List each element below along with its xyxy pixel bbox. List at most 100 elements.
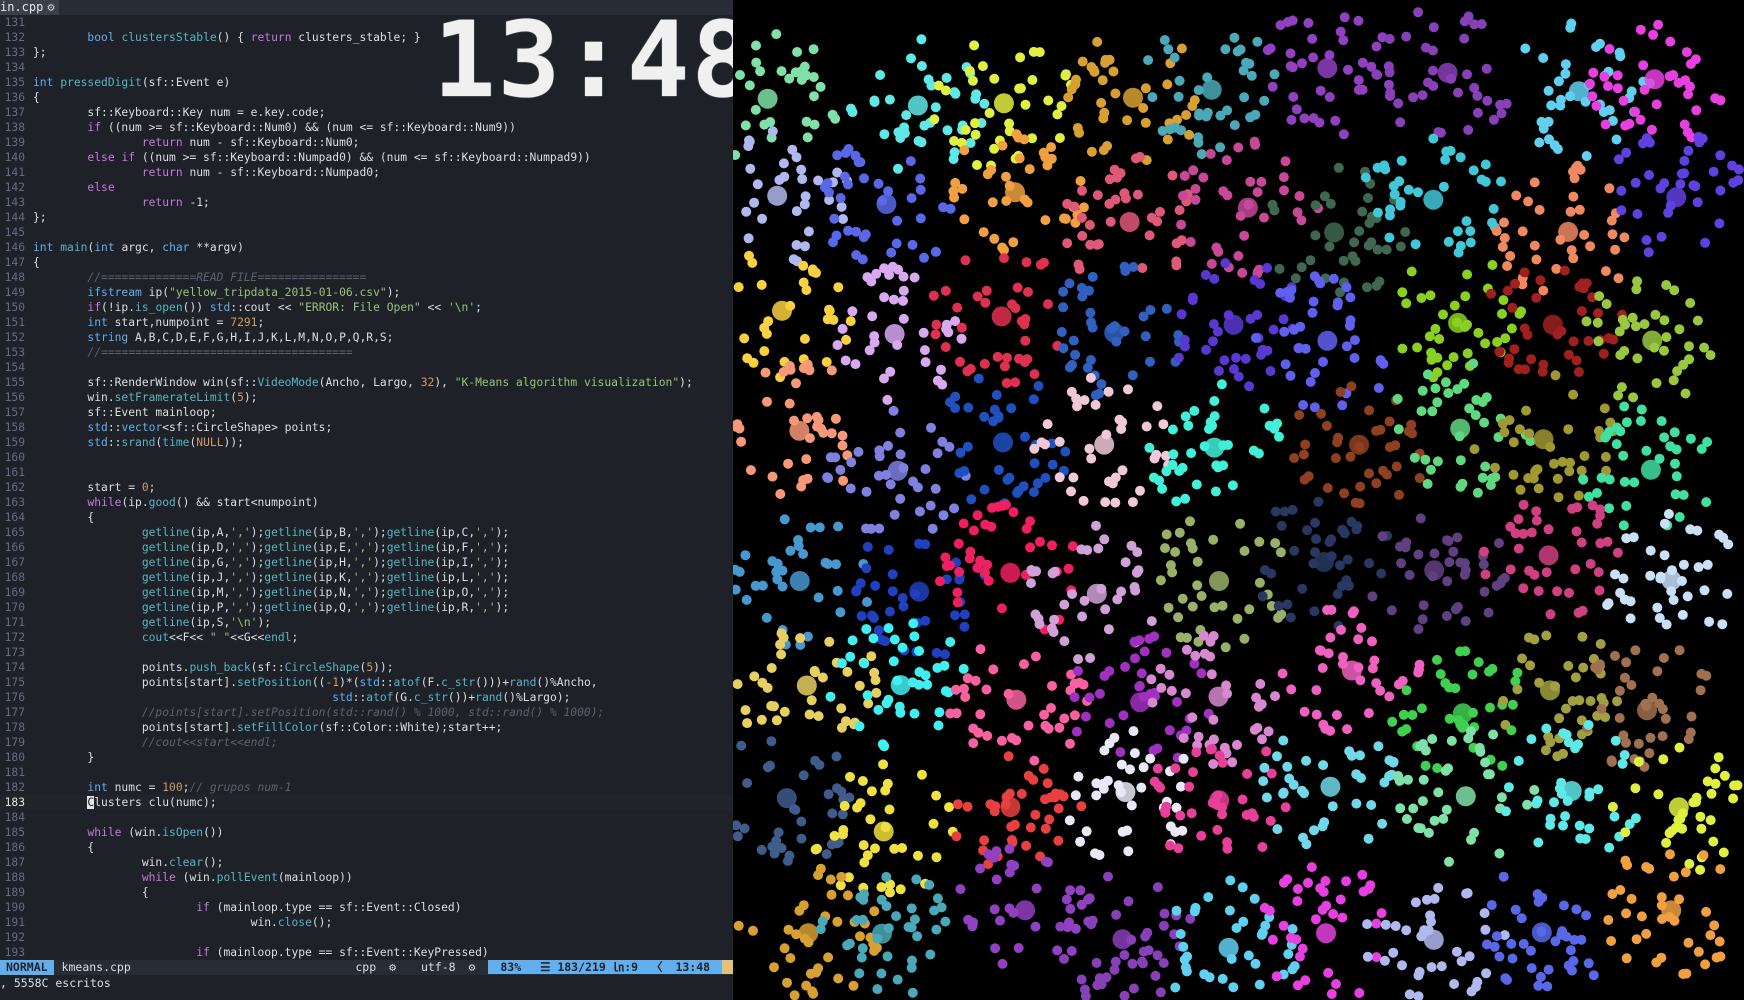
code-line[interactable]: 184	[0, 810, 733, 825]
code-line[interactable]: 177 //points[start].setPosition(std::ran…	[0, 705, 733, 720]
data-point	[1663, 509, 1674, 519]
data-point	[940, 916, 951, 927]
data-point	[1103, 871, 1113, 882]
code-line[interactable]: 152 string A,B,C,D,E,F,G,H,I,J,K,L,M,N,O…	[0, 330, 733, 345]
code-line[interactable]: 141 return num - sf::Keyboard::Numpad0;	[0, 165, 733, 180]
data-point	[953, 538, 964, 549]
code-line[interactable]: 187 win.clear();	[0, 855, 733, 870]
code-line[interactable]: 144};	[0, 210, 733, 225]
data-point	[1644, 748, 1655, 759]
code-line[interactable]: 189 {	[0, 885, 733, 900]
data-point	[832, 585, 843, 596]
code-line[interactable]: 167 getline(ip,G,',');getline(ip,H,',');…	[0, 555, 733, 570]
code-line[interactable]: 174 points.push_back(sf::CircleShape(5))…	[0, 660, 733, 675]
data-point	[1257, 591, 1268, 602]
code-line[interactable]: 150 if(!ip.is_open()) std::cout << "ERRO…	[0, 300, 733, 315]
code-line[interactable]: 146 int main(int argc, char **argv)	[0, 240, 733, 255]
code-line[interactable]: 173	[0, 645, 733, 660]
code-line[interactable]: 191 win.close();	[0, 915, 733, 930]
data-point	[1206, 258, 1217, 269]
data-point	[1122, 115, 1133, 126]
data-point	[1310, 200, 1321, 211]
data-point	[1604, 183, 1615, 194]
code-line[interactable]: 169 getline(ip,M,',');getline(ip,N,',');…	[0, 585, 733, 600]
code-line[interactable]: 166 getline(ip,D,',');getline(ip,E,',');…	[0, 540, 733, 555]
line-text: bool clustersStable() { return clusters_…	[87, 31, 421, 44]
line-number: 154	[4, 361, 25, 374]
data-point	[1006, 403, 1017, 414]
data-point	[1401, 814, 1412, 824]
data-point	[1297, 943, 1308, 954]
code-line[interactable]: 190 if (mainloop.type == sf::Event::Clos…	[0, 900, 733, 915]
code-line[interactable]: 170 getline(ip,P,',');getline(ip,Q,',');…	[0, 600, 733, 615]
code-line[interactable]: 165 getline(ip,A,',');getline(ip,B,',');…	[0, 525, 733, 540]
code-line[interactable]: 138 if ((num >= sf::Keyboard::Num0) && (…	[0, 120, 733, 135]
data-point	[1695, 864, 1706, 875]
code-line[interactable]: 175 points[start].setPosition((-1)*(std:…	[0, 675, 733, 690]
code-line[interactable]: 148 //==============READ FILE===========…	[0, 270, 733, 285]
data-point	[1372, 69, 1383, 80]
code-line[interactable]: 156 win.setFramerateLimit(5);	[0, 390, 733, 405]
code-line[interactable]: 147{	[0, 255, 733, 270]
code-line[interactable]: 160	[0, 450, 733, 465]
vim-editor[interactable]: in.cpp ⚙ 131 132 bool clustersStable() { r…	[0, 0, 733, 1000]
code-line[interactable]: 161	[0, 465, 733, 480]
kmeans-visualization-window[interactable]	[733, 0, 1744, 1000]
data-point	[935, 576, 945, 587]
data-point	[1668, 595, 1679, 605]
code-line[interactable]: 192	[0, 930, 733, 945]
data-point	[1612, 696, 1623, 707]
code-line[interactable]: 181	[0, 765, 733, 780]
code-line[interactable]: 159 std::srand(time(NULL));	[0, 435, 733, 450]
tab-file[interactable]: in.cpp ⚙	[0, 0, 59, 15]
data-point	[1574, 820, 1585, 831]
code-line[interactable]: 180 }	[0, 750, 733, 765]
code-line[interactable]: 178 points[start].setFillColor(sf::Color…	[0, 720, 733, 735]
code-line[interactable]: 172 cout<<F<< " "<<G<<endl;	[0, 630, 733, 645]
code-line[interactable]: 149 ifstream ip("yellow_tripdata_2015-01…	[0, 285, 733, 300]
data-point	[873, 178, 884, 189]
data-point	[1523, 196, 1534, 207]
code-line[interactable]: 176 std::atof(G.c_str())+rand()%Largo);	[0, 690, 733, 705]
data-point	[1245, 176, 1256, 187]
code-line[interactable]: 182 int numc = 100;// grupos num-1	[0, 780, 733, 795]
code-line[interactable]: 143 return -1;	[0, 195, 733, 210]
data-point	[822, 178, 833, 189]
code-line[interactable]: 151 int start,numpoint = 7291;	[0, 315, 733, 330]
code-line[interactable]: 142 else	[0, 180, 733, 195]
code-line[interactable]: 154	[0, 360, 733, 375]
code-line[interactable]: 185 while (win.isOpen())	[0, 825, 733, 840]
code-line[interactable]: 145	[0, 225, 733, 240]
code-line[interactable]: 158 std::vector<sf::CircleShape> points;	[0, 420, 733, 435]
cluster-centroid	[772, 300, 792, 321]
cluster-centroid	[876, 194, 897, 214]
code-line[interactable]: 162 start = 0;	[0, 480, 733, 495]
code-line[interactable]: 164 {	[0, 510, 733, 525]
code-line[interactable]: 155 sf::RenderWindow win(sf::VideoMode(A…	[0, 375, 733, 390]
data-point	[956, 322, 967, 333]
code-line[interactable]: 139 return num - sf::Keyboard::Num0;	[0, 135, 733, 150]
code-line[interactable]: 153 //==================================…	[0, 345, 733, 360]
code-line[interactable]: 183 Clusters clu(numc);	[0, 795, 733, 810]
data-point	[1193, 731, 1204, 742]
code-line[interactable]: 188 while (win.pollEvent(mainloop))	[0, 870, 733, 885]
data-point	[1362, 919, 1373, 930]
data-point	[1444, 557, 1455, 568]
code-line[interactable]: 163 while(ip.good() && start<numpoint)	[0, 495, 733, 510]
data-point	[1341, 341, 1352, 352]
data-point	[779, 514, 790, 525]
code-area[interactable]: 131 132 bool clustersStable() { return cl…	[0, 15, 733, 960]
code-line[interactable]: 171 getline(ip,S,'\n');	[0, 615, 733, 630]
data-point	[934, 707, 945, 718]
data-point	[1709, 920, 1720, 931]
data-point	[979, 358, 990, 369]
code-line[interactable]: 157 sf::Event mainloop;	[0, 405, 733, 420]
data-point	[1453, 87, 1463, 98]
data-point	[1146, 616, 1157, 627]
code-line[interactable]: 168 getline(ip,J,',');getline(ip,K,',');…	[0, 570, 733, 585]
data-point	[767, 556, 778, 567]
code-line[interactable]: 179 //cout<<start<<endl;	[0, 735, 733, 750]
code-line[interactable]: 193 if (mainloop.type == sf::Event::KeyP…	[0, 945, 733, 960]
code-line[interactable]: 186 {	[0, 840, 733, 855]
code-line[interactable]: 140 else if ((num >= sf::Keyboard::Numpa…	[0, 150, 733, 165]
